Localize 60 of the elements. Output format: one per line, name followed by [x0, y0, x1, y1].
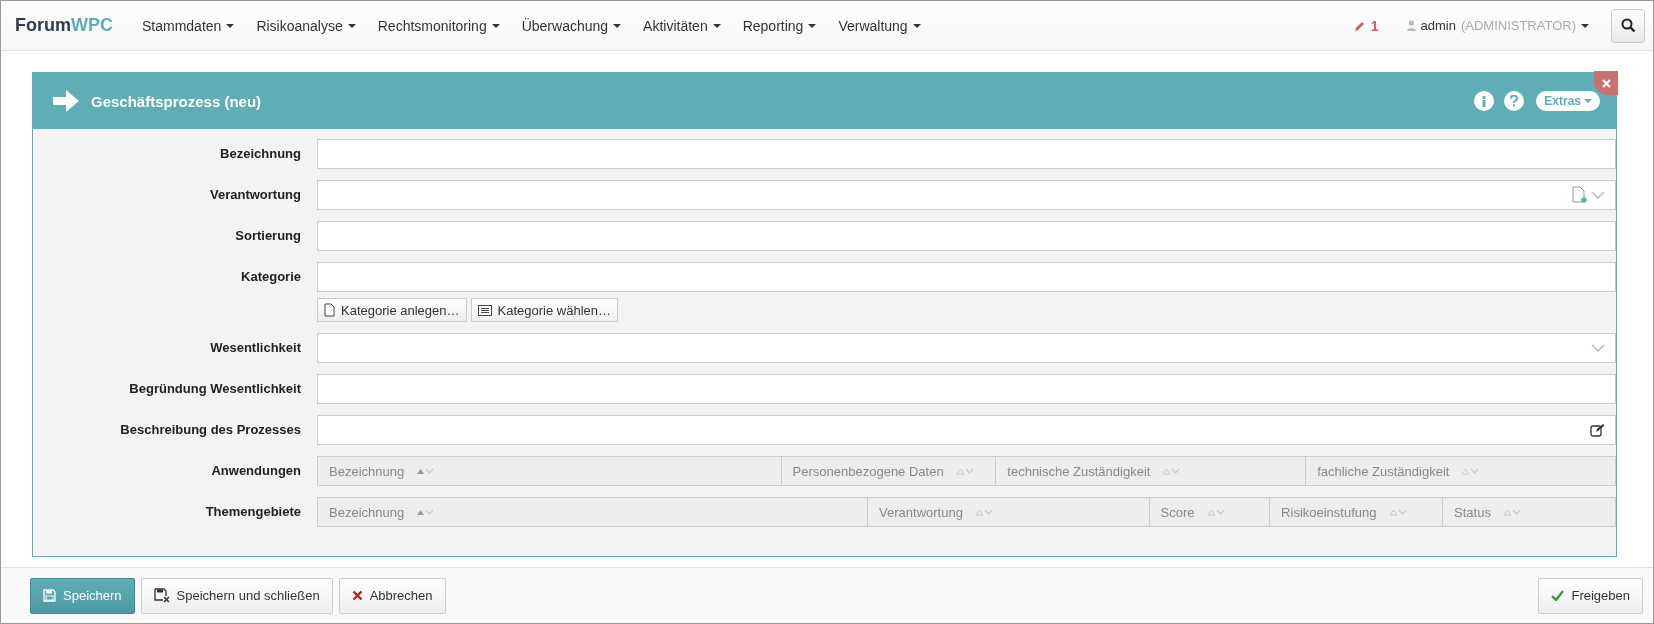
field-label: Beschreibung des Prozesses — [119, 421, 301, 439]
user-menu[interactable]: admin (ADMINISTRATOR) — [1406, 18, 1589, 33]
notification-link[interactable]: 1 — [1353, 17, 1379, 34]
brand-logo[interactable]: ForumWPC — [15, 15, 113, 36]
pencil-icon — [1353, 19, 1366, 32]
approve-button[interactable]: Freigeben — [1538, 577, 1643, 614]
field-label: Wesentlichkeit — [209, 339, 301, 357]
menu-item[interactable]: Überwachung — [510, 17, 633, 34]
field-label: Verantwortung — [209, 186, 301, 204]
select-field[interactable] — [317, 333, 1616, 363]
check-icon — [1551, 590, 1565, 601]
field-label: Kategorie — [240, 268, 301, 286]
sort-icon[interactable] — [1162, 467, 1181, 475]
close-button[interactable] — [1594, 71, 1618, 95]
panel-title: Geschäftsprozess (neu) — [91, 92, 263, 110]
field-label: Anwendungen — [210, 462, 301, 480]
input-field[interactable] — [317, 139, 1616, 169]
sort-icon[interactable] — [416, 467, 435, 475]
list-icon — [477, 304, 492, 316]
menu-item[interactable]: Risikoanalyse — [245, 17, 367, 34]
arrow-right-icon — [53, 90, 79, 112]
chevron-down-icon — [1591, 344, 1605, 352]
input-field[interactable] — [317, 221, 1616, 251]
input-field[interactable] — [317, 262, 1616, 292]
search-icon — [1620, 18, 1636, 33]
save-button[interactable]: Speichern und schließen — [140, 577, 333, 614]
sort-icon[interactable] — [955, 467, 974, 475]
input-field[interactable] — [317, 374, 1616, 404]
floppy-icon — [43, 589, 56, 602]
sort-icon[interactable] — [416, 508, 435, 516]
sort-icon[interactable] — [1388, 508, 1407, 516]
edit-icon[interactable] — [1590, 423, 1605, 437]
sort-icon[interactable] — [1502, 508, 1521, 516]
menu-item[interactable]: Aktivitäten — [632, 17, 732, 34]
floppy-close-icon — [153, 588, 170, 603]
input-field[interactable] — [317, 415, 1616, 445]
info-icon[interactable] — [1474, 91, 1495, 111]
close-icon — [1601, 78, 1611, 88]
sort-icon[interactable] — [974, 508, 993, 516]
menu-item[interactable]: Reporting — [731, 17, 828, 34]
menu-item[interactable]: Verwaltung — [827, 17, 932, 34]
new-document-icon[interactable] — [1571, 186, 1589, 204]
menu-item[interactable]: Stammdaten — [131, 17, 246, 34]
select-field[interactable] — [317, 180, 1616, 210]
cancel-button[interactable]: Abbrechen — [338, 577, 446, 614]
field-label: Begründung Wesentlichkeit — [128, 380, 301, 398]
search-button[interactable] — [1611, 8, 1645, 43]
field-label: Bezeichnung — [219, 145, 301, 163]
chevron-down-icon — [1591, 191, 1605, 199]
category-button[interactable]: Kategorie anlegen… — [317, 298, 467, 322]
close-icon — [351, 590, 363, 601]
field-label: Sortierung — [234, 227, 301, 245]
user-icon — [1406, 20, 1416, 31]
field-label: Themengebiete — [204, 503, 301, 521]
category-button[interactable]: Kategorie wählen… — [470, 298, 618, 322]
sort-icon[interactable] — [1461, 467, 1480, 475]
document-icon — [324, 303, 335, 317]
menu-item[interactable]: Rechtsmonitoring — [366, 17, 511, 34]
sort-icon[interactable] — [1206, 508, 1225, 516]
help-icon[interactable] — [1504, 91, 1525, 111]
